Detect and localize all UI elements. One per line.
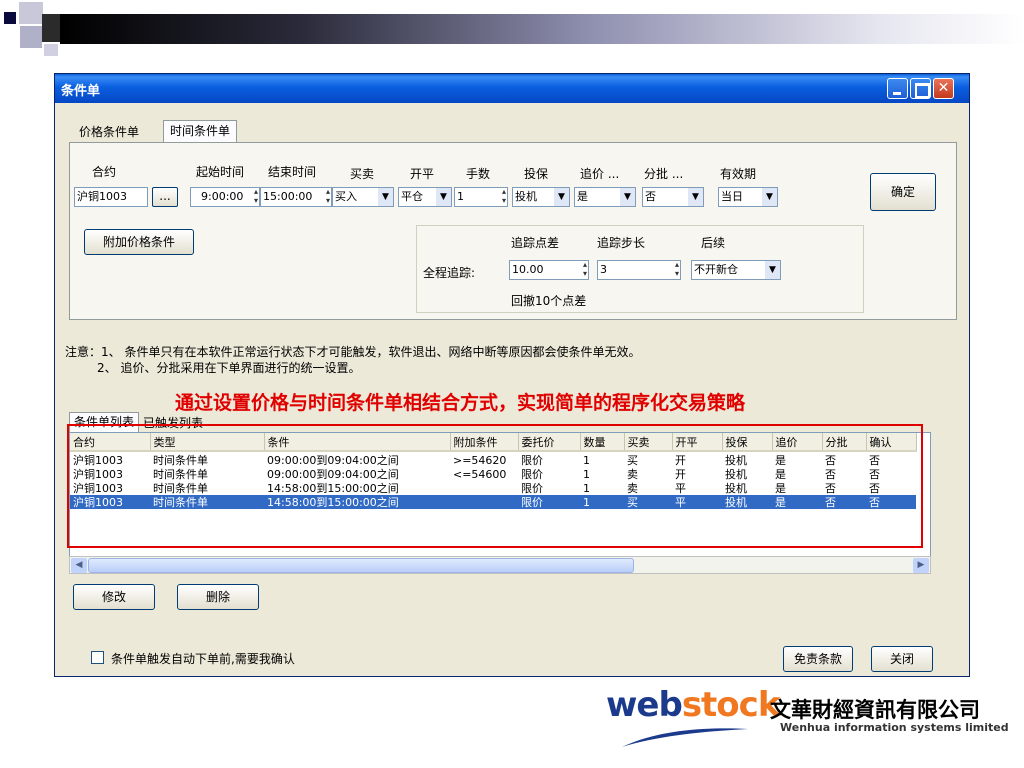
header-gradient-bar [60,14,1024,44]
confirm-button[interactable]: 确定 [870,173,936,211]
open-close-value: 平仓 [401,190,423,203]
point-diff-input[interactable]: 10.00 [509,260,589,280]
disclaimer-button[interactable]: 免责条款 [783,646,853,672]
open-close-select[interactable]: 平仓 ▼ [398,187,452,207]
trailing-group: 全程追踪: 追踪点差 追踪步长 后续 10.00 3 不开新仓 ▼ 回撤10个点差 [416,225,864,313]
quantity-label: 手数 [466,167,491,181]
conditional-order-window: 条件单 ✕ 价格条件单 时间条件单 合约 起始时间 结束时间 买卖 开平 手数 … [54,73,970,677]
open-close-label: 开平 [410,167,435,181]
notes: 注意：1、 条件单只有在本软件正常运行状态下才可能触发，软件退出、网络中断等原因… [65,344,640,376]
confirm-checkbox-label: 条件单触发自动下单前,需要我确认 [111,652,295,666]
company-name-en: Wenhua information systems limited [780,721,1009,734]
chevron-down-icon: ▼ [436,188,451,206]
split-select[interactable]: 否 ▼ [642,187,704,207]
follow-label: 后续 [701,236,726,250]
chevron-down-icon: ▼ [620,188,635,206]
chevron-down-icon: ▼ [688,188,703,206]
modify-button[interactable]: 修改 [73,584,155,610]
contract-input[interactable]: 沪铜1003 [74,187,148,207]
point-diff-label: 追踪点差 [511,236,560,250]
tab-time-condition[interactable]: 时间条件单 [163,120,238,142]
highlight-box [67,424,923,548]
deco-square [4,12,16,24]
horizontal-scrollbar[interactable]: ◀ ▶ [69,556,931,574]
deco-square [42,14,60,42]
logo-stock-text: stock [681,685,781,725]
buy-sell-value: 买入 [335,190,357,203]
add-price-condition-button[interactable]: 附加价格条件 [84,229,194,255]
strategy-caption: 通过设置价格与时间条件单相结合方式，实现简单的程序化交易策略 [175,392,746,414]
confirm-checkbox[interactable] [91,651,104,664]
hedge-select[interactable]: 投机 ▼ [512,187,570,207]
deco-square [19,2,43,24]
quantity-stepper[interactable]: 1 [454,187,508,207]
follow-value: 不开新仓 [694,263,738,276]
scrollbar-thumb[interactable] [88,558,634,573]
validity-value: 当日 [721,190,743,203]
title-bar: 条件单 ✕ [55,74,969,103]
minimize-button[interactable] [887,78,908,99]
buy-sell-select[interactable]: 买入 ▼ [332,187,394,207]
buy-sell-label: 买卖 [350,167,375,181]
end-time-label: 结束时间 [268,165,317,179]
logo-web-text: web [606,685,683,725]
split-value: 否 [645,190,656,203]
end-time-input[interactable]: 15:00:00 [260,187,332,207]
split-label: 分批 ... [644,167,684,181]
contract-browse-button[interactable]: ... [152,187,178,207]
chevron-down-icon: ▼ [378,188,393,206]
chevron-down-icon: ▼ [762,188,777,206]
scroll-left-icon[interactable]: ◀ [71,558,87,573]
delete-button[interactable]: 删除 [177,584,259,610]
start-time-input[interactable]: 9:00:00 [190,187,260,207]
close-button[interactable]: 关闭 [871,646,933,672]
chase-label: 追价 ... [580,167,620,181]
company-name-cn: 文華財經資訊有限公司 [770,698,980,722]
trail-step-input[interactable]: 3 [597,260,681,280]
chevron-down-icon: ▼ [765,261,780,279]
pullback-text: 回撤10个点差 [511,294,587,308]
close-icon: ✕ [937,80,950,96]
tab-price-condition[interactable]: 价格条件单 [73,122,146,144]
chase-select[interactable]: 是 ▼ [574,187,636,207]
validity-label: 有效期 [720,167,757,181]
trailing-label: 全程追踪: [423,266,476,280]
deco-square [20,26,42,48]
hedge-value: 投机 [515,190,537,203]
note-line-2: 2、 追价、分批采用在下单界面进行的统一设置。 [97,361,361,375]
trail-step-label: 追踪步长 [597,236,646,250]
maximize-button[interactable] [910,78,931,99]
webstock-logo: webstock [606,685,781,725]
logo-swoosh-icon [622,728,748,747]
note-line-1: 注意：1、 条件单只有在本软件正常运行状态下才可能触发，软件退出、网络中断等原因… [65,345,641,359]
scroll-right-icon[interactable]: ▶ [913,558,929,573]
close-window-button[interactable]: ✕ [933,78,954,99]
deco-square [44,44,58,56]
chase-value: 是 [577,190,588,203]
window-title: 条件单 [61,84,101,99]
contract-label: 合约 [92,165,117,179]
validity-select[interactable]: 当日 ▼ [718,187,778,207]
hedge-label: 投保 [524,167,549,181]
time-condition-panel: 合约 起始时间 结束时间 买卖 开平 手数 投保 追价 ... 分批 ... 有… [69,142,957,320]
chevron-down-icon: ▼ [554,188,569,206]
start-time-label: 起始时间 [196,165,245,179]
follow-select[interactable]: 不开新仓 ▼ [691,260,781,280]
